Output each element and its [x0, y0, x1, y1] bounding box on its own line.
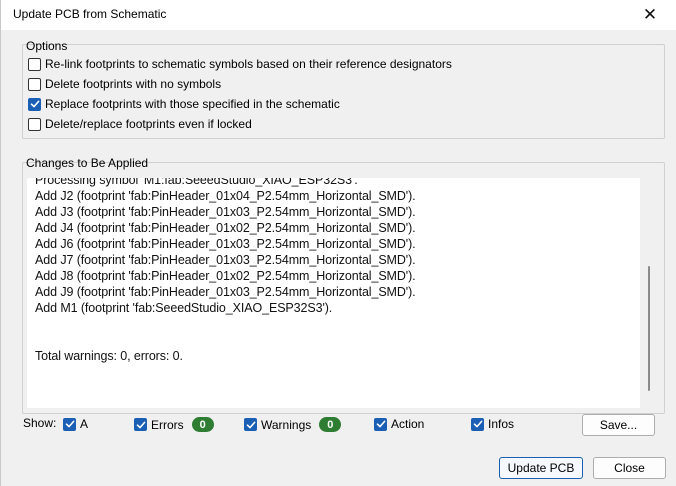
option-locked-footprints[interactable]: Delete/replace footprints even if locked — [28, 116, 252, 132]
window-title: Update PCB from Schematic — [13, 7, 167, 21]
log-scrollbar[interactable] — [640, 178, 658, 408]
checkmark-icon — [136, 421, 145, 428]
log-line: Add J6 (footprint 'fab:PinHeader_01x03_P… — [35, 237, 416, 251]
filter-errors[interactable]: Errors 0 — [134, 417, 214, 432]
scrollbar-thumb[interactable] — [648, 266, 650, 391]
filter-warnings[interactable]: Warnings 0 — [244, 417, 342, 432]
log-line: Add J8 (footprint 'fab:PinHeader_01x02_P… — [35, 269, 416, 283]
show-label: Show: — [23, 416, 57, 430]
filter-all-label: A — [80, 417, 89, 431]
checkbox-filter-errors[interactable] — [134, 418, 147, 431]
update-pcb-button[interactable]: Update PCB — [499, 457, 583, 479]
checkbox-relink[interactable] — [28, 57, 41, 71]
option-replace-label: Replace footprints with those specified … — [45, 97, 340, 111]
close-button[interactable]: Close — [593, 457, 666, 479]
option-delete-label: Delete footprints with no symbols — [45, 77, 222, 91]
checkbox-filter-infos[interactable] — [471, 417, 484, 431]
filter-all[interactable]: A — [63, 417, 88, 431]
errors-count-badge: 0 — [191, 417, 214, 432]
log-line: Add J2 (footprint 'fab:PinHeader_01x04_P… — [35, 189, 416, 203]
checkmark-icon — [65, 420, 74, 428]
filter-errors-label: Errors — [151, 417, 184, 432]
changes-log[interactable]: Processing symbol 'M1:fab:SeeedStudio_XI… — [27, 178, 640, 408]
option-replace-footprints[interactable]: Replace footprints with those specified … — [28, 96, 340, 112]
log-line: Add J4 (footprint 'fab:PinHeader_01x02_P… — [35, 221, 416, 235]
option-delete-footprints[interactable]: Delete footprints with no symbols — [28, 76, 221, 92]
warnings-count-badge: 0 — [319, 417, 342, 432]
checkmark-icon — [376, 420, 385, 428]
log-line: Processing symbol 'M1:fab:SeeedStudio_XI… — [35, 178, 358, 187]
checkbox-delete[interactable] — [28, 77, 41, 91]
checkbox-replace[interactable] — [28, 97, 41, 111]
filter-action[interactable]: Action — [374, 417, 424, 431]
filter-infos-label: Infos — [488, 417, 515, 431]
filter-infos[interactable]: Infos — [471, 417, 514, 431]
checkbox-filter-warnings[interactable] — [244, 418, 257, 431]
log-line: Add M1 (footprint 'fab:SeeedStudio_XIAO_… — [35, 301, 333, 315]
log-summary: Total warnings: 0, errors: 0. — [35, 349, 183, 363]
changes-label: Changes to Be Applied — [26, 156, 149, 170]
options-label: Options — [26, 39, 68, 53]
checkbox-locked[interactable] — [28, 117, 41, 131]
checkmark-icon — [30, 100, 39, 108]
save-button[interactable]: Save... — [582, 414, 655, 436]
log-line: Add J3 (footprint 'fab:PinHeader_01x03_P… — [35, 205, 416, 219]
close-icon: ✕ — [642, 5, 658, 24]
log-line: Add J9 (footprint 'fab:PinHeader_01x03_P… — [35, 285, 416, 299]
option-relink-label: Re-link footprints to schematic symbols … — [45, 57, 452, 71]
checkbox-filter-action[interactable] — [374, 417, 387, 431]
option-relink-footprints[interactable]: Re-link footprints to schematic symbols … — [28, 56, 452, 72]
checkmark-icon — [473, 420, 482, 428]
close-window-button[interactable]: ✕ — [627, 0, 673, 30]
checkbox-filter-all[interactable] — [63, 417, 76, 431]
option-locked-label: Delete/replace footprints even if locked — [45, 117, 252, 131]
title-bar: Update PCB from Schematic ✕ — [1, 0, 676, 30]
update-pcb-dialog: Update PCB from Schematic ✕ Options Re-l… — [0, 0, 676, 486]
filter-warnings-label: Warnings — [261, 417, 312, 432]
filter-action-label: Action — [391, 417, 425, 431]
show-filter-bar: Show: A Errors 0 Warnings 0 Action Infos… — [1, 412, 676, 436]
log-line: Add J7 (footprint 'fab:PinHeader_01x03_P… — [35, 253, 416, 267]
checkmark-icon — [246, 421, 255, 428]
